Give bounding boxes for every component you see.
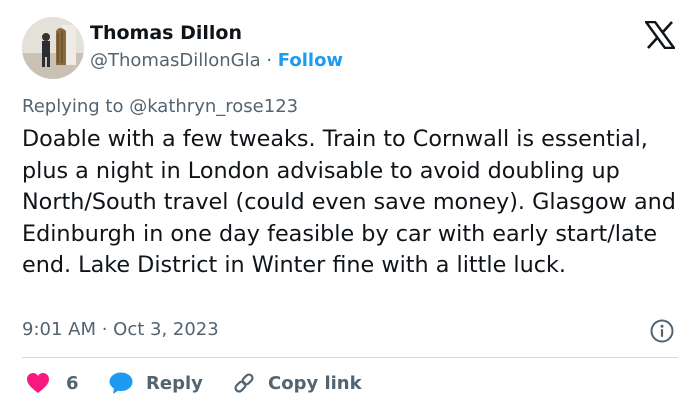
replying-to-prefix: Replying to bbox=[22, 96, 130, 117]
link-icon bbox=[234, 373, 254, 393]
replying-to-handle[interactable]: @kathryn_rose123 bbox=[129, 96, 298, 117]
heart-icon bbox=[27, 373, 49, 393]
replying-to: Replying to @kathryn_rose123 bbox=[22, 96, 298, 117]
like-button[interactable]: 6 bbox=[26, 368, 79, 398]
follow-button[interactable]: Follow bbox=[278, 50, 343, 71]
tweet-timestamp[interactable]: 9:01 AM · Oct 3, 2023 bbox=[22, 319, 219, 340]
reply-bubble-icon bbox=[109, 372, 133, 394]
reply-label: Reply bbox=[146, 372, 203, 394]
like-count: 6 bbox=[66, 372, 79, 394]
author-handle[interactable]: @ThomasDillonGla bbox=[90, 50, 261, 71]
reply-button[interactable]: Reply bbox=[108, 368, 203, 398]
avatar[interactable] bbox=[22, 17, 84, 79]
tweet-text: Doable with a few tweaks. Train to Cornw… bbox=[22, 126, 676, 278]
info-icon[interactable] bbox=[649, 318, 675, 344]
author-display-name[interactable]: Thomas Dillon bbox=[90, 22, 242, 44]
author-handle-row: @ThomasDillonGla · Follow bbox=[90, 50, 343, 71]
tweet-card: Thomas Dillon @ThomasDillonGla · Follow … bbox=[0, 0, 700, 410]
handle-separator: · bbox=[260, 50, 278, 71]
divider bbox=[22, 357, 678, 358]
copy-link-label: Copy link bbox=[268, 372, 362, 394]
copy-link-button[interactable]: Copy link bbox=[232, 368, 362, 398]
x-logo-icon[interactable] bbox=[645, 21, 675, 49]
